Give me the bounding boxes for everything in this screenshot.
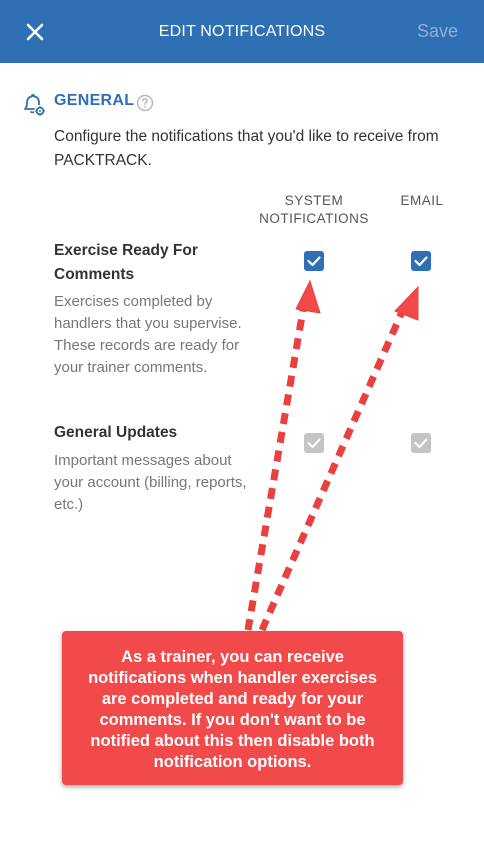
section-description: Configure the notifications that you'd l…: [54, 128, 439, 169]
top-bar: EDIT NOTIFICATIONS Save: [0, 0, 484, 63]
general-updates-email-checkbox: [411, 433, 431, 453]
help-circle-icon[interactable]: [136, 94, 154, 112]
section-title: GENERAL: [54, 92, 135, 109]
save-button[interactable]: Save: [417, 0, 458, 63]
page-title: EDIT NOTIFICATIONS: [158, 23, 326, 40]
preference-title: Exercise Ready For Comments: [54, 242, 198, 283]
arrow-to-system-checkbox: [244, 279, 321, 631]
column-header-system-notifications: SYSTEM NOTIFICATIONS: [259, 193, 369, 226]
preference-title: General Updates: [54, 424, 178, 441]
arrow-to-email-checkbox: [258, 285, 419, 632]
checkmark-icon: [414, 438, 428, 449]
annotation-callout: As a trainer, you can receive notificati…: [62, 631, 403, 785]
checkmark-icon: [307, 438, 321, 449]
column-header-email: EMAIL: [400, 193, 444, 208]
checkmark-icon: [307, 256, 321, 267]
preference-description: Exercises completed by handlers that you…: [54, 293, 242, 376]
exercise-ready-system-checkbox[interactable]: [304, 251, 324, 271]
bell-settings-icon: [24, 94, 45, 116]
checkmark-icon: [414, 256, 428, 267]
general-updates-system-checkbox: [304, 433, 324, 453]
preference-description: Important messages about your account (b…: [54, 452, 247, 513]
exercise-ready-email-checkbox[interactable]: [411, 251, 431, 271]
